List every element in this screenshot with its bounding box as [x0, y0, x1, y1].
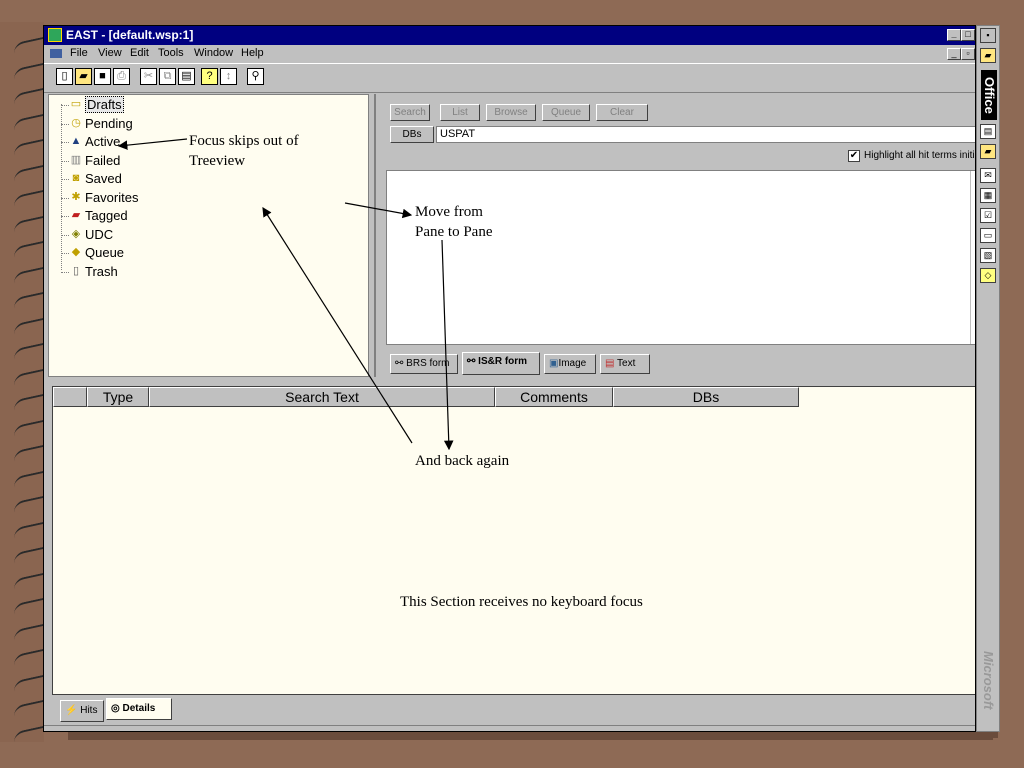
annotation-arrows — [117, 138, 454, 451]
arrow-to-active — [117, 138, 188, 150]
arrow-move-pane — [344, 202, 413, 219]
arrow-down-grid — [441, 239, 454, 451]
arrow-back-tree — [262, 206, 413, 444]
